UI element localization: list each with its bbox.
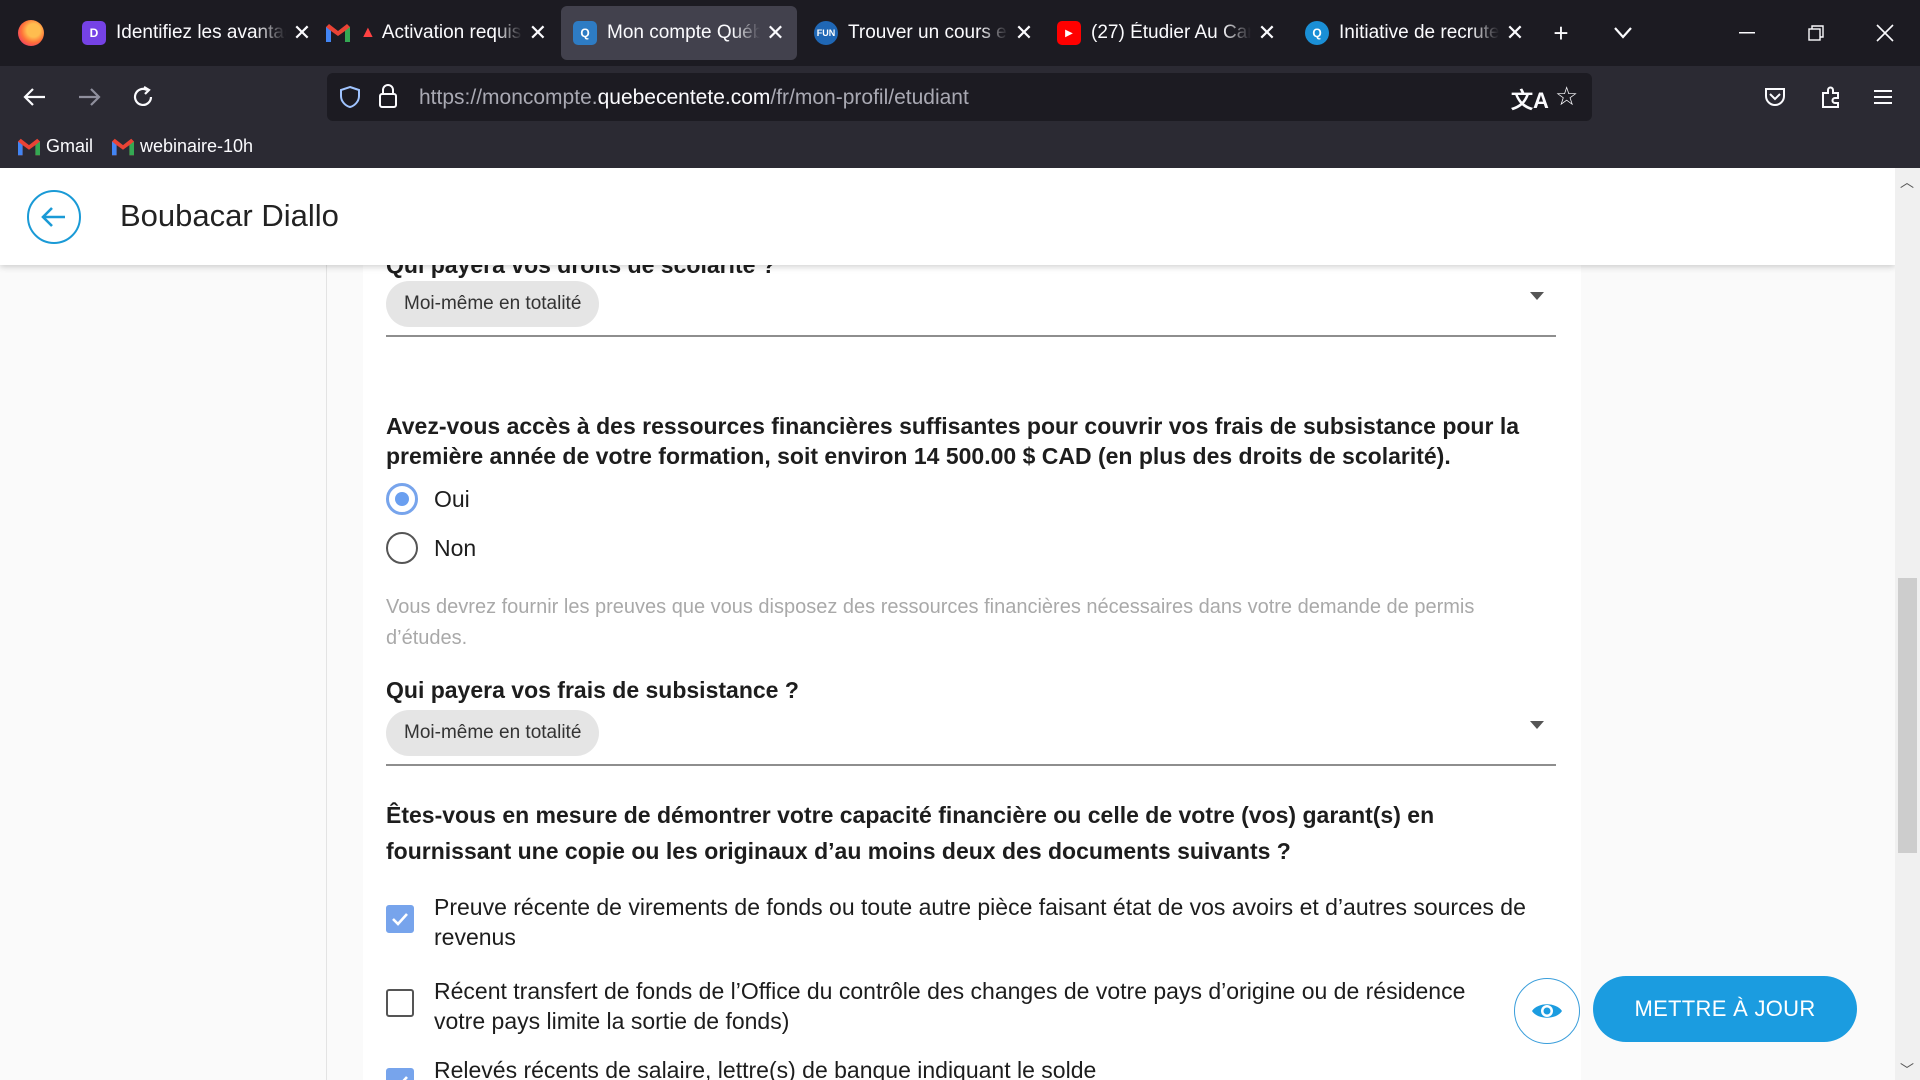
- close-icon[interactable]: ✕: [528, 20, 548, 46]
- checkbox-checked[interactable]: [386, 905, 414, 933]
- bookmark-webinaire[interactable]: webinaire-10h: [112, 136, 253, 157]
- scrollbar-thumb[interactable]: [1898, 578, 1917, 853]
- tab-title: Trouver un cours en: [848, 22, 1008, 43]
- bookmark-gmail[interactable]: Gmail: [18, 136, 93, 157]
- checkbox-label: Récent transfert de fonds de l’Office du…: [434, 978, 1466, 1034]
- new-tab-plus-icon[interactable]: +: [1542, 14, 1580, 52]
- checkbox-fund-transfer-proof[interactable]: Preuve récente de virements de fonds ou …: [386, 892, 1554, 952]
- select-underline: [386, 764, 1556, 766]
- translate-icon[interactable]: 文A: [1511, 83, 1549, 115]
- scroll-up-icon[interactable]: ︿: [1900, 172, 1914, 192]
- preview-eye-button[interactable]: [1514, 978, 1580, 1044]
- question-financial-capacity: Êtes-vous en mesure de démontrer votre c…: [386, 802, 1435, 864]
- close-icon[interactable]: ✕: [766, 20, 785, 46]
- url-text[interactable]: https://moncompte.quebecentete.com/fr/mo…: [419, 86, 969, 110]
- tab-3[interactable]: FUN Trouver un cours en ✕: [802, 6, 1046, 60]
- pocket-icon[interactable]: [1756, 78, 1794, 116]
- radio-oui[interactable]: Oui: [386, 483, 470, 515]
- tab-5[interactable]: Q Initiative de recrutement ✕: [1293, 6, 1537, 60]
- navigation-toolbar: https://moncompte.quebecentete.com/fr/mo…: [0, 66, 1920, 128]
- question-living-costs: Qui payera vos frais de subsistance ?: [386, 677, 799, 703]
- back-arrow-icon[interactable]: [16, 78, 54, 116]
- gmail-icon: [18, 138, 40, 155]
- arrow-left-icon: [41, 207, 65, 227]
- checkbox-unchecked[interactable]: [386, 989, 414, 1017]
- chevron-down-icon[interactable]: [1530, 721, 1544, 729]
- living-costs-select[interactable]: Moi-même en totalité: [386, 710, 600, 756]
- close-icon[interactable]: ✕: [1257, 20, 1277, 46]
- tab-favicon-icon: Q: [573, 21, 597, 45]
- radio-button[interactable]: [386, 532, 418, 564]
- gmail-icon: [326, 21, 350, 45]
- eye-icon: [1532, 1004, 1562, 1018]
- close-icon[interactable]: ✕: [1505, 20, 1525, 46]
- reload-icon[interactable]: [124, 78, 162, 116]
- bookmark-label: webinaire-10h: [140, 136, 254, 156]
- tab-favicon-icon: Q: [1305, 21, 1329, 45]
- checkbox-label: Relevés récents de salaire, lettre(s) de…: [434, 1057, 1097, 1080]
- page-content: Boubacar Diallo Qui payera vos droits de…: [0, 168, 1920, 1080]
- chevron-down-icon[interactable]: [1530, 292, 1544, 300]
- page-title: Boubacar Diallo: [120, 198, 339, 233]
- tab-0[interactable]: D Identifiez les avantages ✕: [70, 6, 324, 60]
- radio-button-selected[interactable]: [386, 483, 418, 515]
- radio-non[interactable]: Non: [386, 532, 476, 564]
- alarm-icon: ▲: [360, 24, 376, 41]
- tab-list-chevron-down-icon[interactable]: [1604, 14, 1642, 52]
- tab-title: Identifiez les avantages: [116, 22, 286, 43]
- tab-title: Mon compte Québec: [607, 22, 760, 43]
- close-icon[interactable]: ✕: [1014, 20, 1034, 46]
- restore-icon[interactable]: [1797, 14, 1835, 52]
- checkbox-salary-statements[interactable]: Relevés récents de salaire, lettre(s) de…: [386, 1055, 1554, 1080]
- question-resources: Avez-vous accès à des ressources financi…: [386, 413, 1519, 469]
- checkbox-label: Preuve récente de virements de fonds ou …: [434, 894, 1526, 950]
- bookmark-label: Gmail: [46, 136, 94, 156]
- tab-title: Initiative de recrutement: [1339, 22, 1499, 43]
- menu-hamburger-icon[interactable]: [1864, 78, 1902, 116]
- scroll-down-icon[interactable]: ﹀: [1900, 1060, 1914, 1080]
- lock-icon[interactable]: [379, 84, 397, 113]
- radio-label: Non: [434, 534, 477, 561]
- financial-proof-hint: Vous devrez fournir les preuves que vous…: [386, 596, 1475, 649]
- radio-label: Oui: [434, 485, 470, 512]
- update-button[interactable]: METTRE À JOUR: [1593, 976, 1857, 1042]
- tuition-select[interactable]: Moi-même en totalité: [386, 281, 600, 327]
- gmail-icon: [112, 138, 134, 155]
- url-domain: quebecentete.com: [597, 86, 771, 109]
- tab-4[interactable]: ▶ (27) Étudier Au Canada ✕: [1045, 6, 1289, 60]
- tab-bar: D Identifiez les avantages ✕ ▲ Activatio…: [0, 0, 1920, 66]
- close-icon[interactable]: ✕: [292, 20, 312, 46]
- extensions-icon[interactable]: [1812, 78, 1850, 116]
- tracking-shield-icon[interactable]: [339, 85, 361, 114]
- tab-favicon-icon: D: [82, 21, 106, 45]
- window-close-icon[interactable]: [1866, 14, 1904, 52]
- checkbox-exchange-office-transfer[interactable]: Récent transfert de fonds de l’Office du…: [386, 976, 1519, 1036]
- tab-1[interactable]: ▲ Activation requise ✕: [314, 6, 560, 60]
- select-underline: [386, 335, 1556, 337]
- checkbox-checked[interactable]: [386, 1068, 414, 1080]
- minimize-icon[interactable]: [1728, 14, 1766, 52]
- bookmark-star-icon[interactable]: ☆: [1555, 81, 1578, 112]
- youtube-icon: ▶: [1057, 21, 1081, 45]
- tab-favicon-icon: FUN: [814, 21, 838, 45]
- tab-2-active[interactable]: Q Mon compte Québec ✕: [561, 6, 797, 60]
- back-button[interactable]: [27, 190, 81, 244]
- bookmarks-toolbar: Gmail webinaire-10h: [0, 128, 1920, 168]
- page-scrollbar[interactable]: ︿ ﹀: [1895, 168, 1920, 1080]
- sidebar-divider: [326, 168, 327, 1080]
- url-prefix: https://moncompte.: [419, 86, 598, 109]
- tab-title: Activation requise: [381, 22, 522, 43]
- url-path: /fr/mon-profil/etudiant: [770, 86, 969, 109]
- profile-header: Boubacar Diallo: [0, 168, 1895, 265]
- url-bar[interactable]: https://moncompte.quebecentete.com/fr/mo…: [327, 73, 1592, 121]
- tab-title: (27) Étudier Au Canada: [1091, 22, 1251, 43]
- checkmark-icon: [402, 1076, 408, 1080]
- firefox-icon[interactable]: [18, 20, 44, 46]
- checkmark-icon: [392, 913, 408, 926]
- forward-arrow-icon[interactable]: [70, 78, 108, 116]
